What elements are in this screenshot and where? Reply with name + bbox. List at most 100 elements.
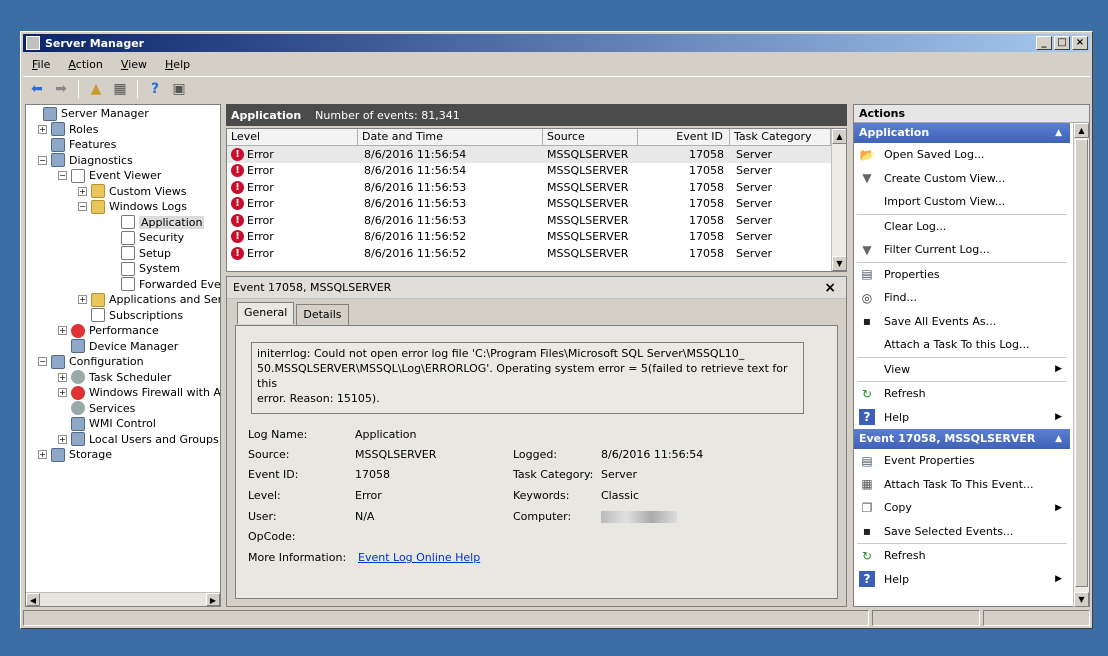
- menu-help[interactable]: Help: [156, 58, 199, 71]
- table-row[interactable]: ! Error 8/6/2016 11:56:52 MSSQLSERVER 17058 S…: [227, 229, 846, 246]
- action-item[interactable]: ◎ Find...: [854, 286, 1070, 310]
- action-item[interactable]: ? Help ▶: [854, 568, 1070, 592]
- action-item[interactable]: ▤ Event Properties: [854, 449, 1070, 473]
- menu-action[interactable]: Action: [59, 58, 111, 71]
- events-vertical-scrollbar[interactable]: ▲ ▼: [831, 129, 846, 271]
- tab-general[interactable]: General: [237, 302, 295, 324]
- tree-item[interactable]: − Windows Logs: [78, 199, 187, 214]
- help-icon[interactable]: ?: [145, 80, 165, 98]
- table-row[interactable]: ! Error 8/6/2016 11:56:53 MSSQLSERVER 17058 S…: [227, 196, 846, 213]
- scroll-down-icon[interactable]: ▼: [1074, 592, 1089, 607]
- action-item[interactable]: ❐ Copy ▶: [854, 496, 1070, 520]
- action-item[interactable]: View ▶: [854, 358, 1070, 382]
- navigation-tree[interactable]: + Storage + Local Users and Groups WMI Contr…: [25, 104, 221, 607]
- collapse-up-icon[interactable]: ▲: [1055, 123, 1062, 143]
- action-item[interactable]: ▪ Save All Events As...: [854, 310, 1070, 334]
- actions-vertical-scrollbar[interactable]: ▲ ▼: [1073, 123, 1089, 607]
- scroll-up-icon[interactable]: ▲: [1074, 123, 1089, 138]
- scroll-thumb[interactable]: [1075, 139, 1088, 587]
- tree-item[interactable]: − Event Viewer: [58, 168, 161, 183]
- tree-item[interactable]: Application: [108, 215, 205, 230]
- tab-details[interactable]: Details: [296, 304, 349, 326]
- actions-section-header[interactable]: Application ▲: [854, 123, 1070, 143]
- action-item[interactable]: 📂 Open Saved Log...: [854, 143, 1070, 167]
- events-table[interactable]: Level Date and Time Source Event ID Task…: [226, 128, 847, 272]
- table-row[interactable]: ! Error 8/6/2016 11:56:53 MSSQLSERVER 17058 S…: [227, 179, 846, 196]
- show-hide-action-pane-icon[interactable]: ▣: [169, 80, 189, 98]
- tree-item[interactable]: System: [108, 261, 180, 276]
- maximize-button[interactable]: □: [1054, 36, 1070, 50]
- scroll-right-icon[interactable]: ▶: [206, 593, 220, 606]
- tree-item[interactable]: + Performance: [58, 323, 159, 338]
- table-row[interactable]: ! Error 8/6/2016 11:56:54 MSSQLSERVER 17058 S…: [227, 163, 846, 180]
- collapse-icon[interactable]: −: [38, 357, 47, 366]
- tree-item[interactable]: Server Manager: [30, 106, 149, 121]
- tree-item[interactable]: Forwarded Events: [108, 277, 220, 292]
- tree-item[interactable]: Security: [108, 230, 184, 245]
- column-event-id[interactable]: Event ID: [638, 129, 730, 145]
- table-row[interactable]: ! Error 8/6/2016 11:56:53 MSSQLSERVER 17058 S…: [227, 212, 846, 229]
- table-row[interactable]: ! Error 8/6/2016 11:56:54 MSSQLSERVER 17058 S…: [227, 146, 846, 163]
- expand-icon[interactable]: +: [38, 450, 47, 459]
- tree-item[interactable]: Features: [38, 137, 116, 152]
- tree-item[interactable]: Services: [58, 401, 135, 416]
- expand-icon[interactable]: +: [58, 434, 67, 444]
- collapse-icon[interactable]: −: [78, 202, 87, 211]
- action-item[interactable]: ↻ Refresh: [854, 382, 1070, 406]
- action-item[interactable]: ▼ Create Custom View...: [854, 167, 1070, 191]
- tree-item[interactable]: + Windows Firewall with Adva: [58, 385, 220, 400]
- actions-section-header[interactable]: Event 17058, MSSQLSERVER ▲: [854, 429, 1070, 449]
- column-level[interactable]: Level: [227, 129, 358, 145]
- scroll-left-icon[interactable]: ◀: [26, 593, 40, 606]
- minimize-button[interactable]: _: [1036, 36, 1052, 50]
- tree-item[interactable]: + Task Scheduler: [58, 370, 171, 385]
- action-item[interactable]: Clear Log...: [854, 215, 1070, 239]
- tree-item[interactable]: Subscriptions: [78, 308, 183, 323]
- tree-horizontal-scrollbar[interactable]: ◀ ▶: [26, 592, 220, 606]
- tree-item[interactable]: − Diagnostics: [38, 153, 133, 168]
- scroll-up-icon[interactable]: ▲: [832, 129, 846, 144]
- event-message-box[interactable]: initerrlog: Could not open error log fil…: [251, 342, 804, 414]
- action-item[interactable]: ▪ Save Selected Events...: [854, 520, 1070, 544]
- action-item[interactable]: Attach a Task To this Log...: [854, 333, 1070, 357]
- table-row[interactable]: ! Error 8/6/2016 11:56:52 MSSQLSERVER 17058 S…: [227, 245, 846, 262]
- up-folder-icon[interactable]: ▲: [86, 80, 106, 98]
- column-source[interactable]: Source: [543, 129, 638, 145]
- expand-icon[interactable]: +: [78, 186, 87, 196]
- menu-view[interactable]: View: [112, 58, 156, 71]
- tree-item[interactable]: Device Manager: [58, 339, 178, 354]
- tree-item[interactable]: + Custom Views: [78, 184, 186, 199]
- expand-icon[interactable]: +: [58, 326, 67, 335]
- tree-item[interactable]: WMI Control: [58, 416, 156, 431]
- scroll-down-icon[interactable]: ▼: [832, 256, 846, 271]
- collapse-icon[interactable]: −: [58, 171, 67, 180]
- expand-icon[interactable]: +: [58, 388, 67, 397]
- forward-icon[interactable]: ➡: [51, 80, 71, 98]
- tree-item[interactable]: + Applications and Servic: [78, 292, 220, 307]
- tree-item[interactable]: Setup: [108, 246, 171, 261]
- collapse-up-icon[interactable]: ▲: [1055, 429, 1062, 449]
- action-item[interactable]: ▼ Filter Current Log...: [854, 238, 1070, 262]
- close-detail-icon[interactable]: ×: [824, 280, 836, 296]
- action-item[interactable]: ▦ Attach Task To This Event...: [854, 473, 1070, 497]
- action-item[interactable]: ? Help ▶: [854, 406, 1070, 430]
- event-log-online-help-link[interactable]: Event Log Online Help: [358, 551, 480, 564]
- column-task-category[interactable]: Task Category: [730, 129, 831, 145]
- tree-item[interactable]: + Roles: [38, 122, 98, 137]
- error-icon: !: [231, 246, 244, 260]
- collapse-icon[interactable]: −: [38, 155, 47, 165]
- show-hide-tree-icon[interactable]: ▦: [110, 80, 130, 98]
- back-icon[interactable]: ⬅: [27, 80, 47, 98]
- expand-icon[interactable]: +: [58, 372, 67, 382]
- menu-file[interactable]: File: [23, 58, 59, 71]
- expand-icon[interactable]: +: [78, 295, 87, 304]
- expand-icon[interactable]: +: [38, 124, 47, 134]
- action-item[interactable]: Import Custom View...: [854, 190, 1070, 214]
- close-button[interactable]: ×: [1072, 36, 1088, 50]
- tree-item[interactable]: − Configuration: [38, 354, 144, 369]
- column-date-time[interactable]: Date and Time: [358, 129, 543, 145]
- tree-item[interactable]: + Local Users and Groups: [58, 432, 219, 447]
- action-item[interactable]: ↻ Refresh: [854, 544, 1070, 568]
- action-item[interactable]: ▤ Properties: [854, 263, 1070, 287]
- tree-item[interactable]: + Storage: [38, 447, 112, 462]
